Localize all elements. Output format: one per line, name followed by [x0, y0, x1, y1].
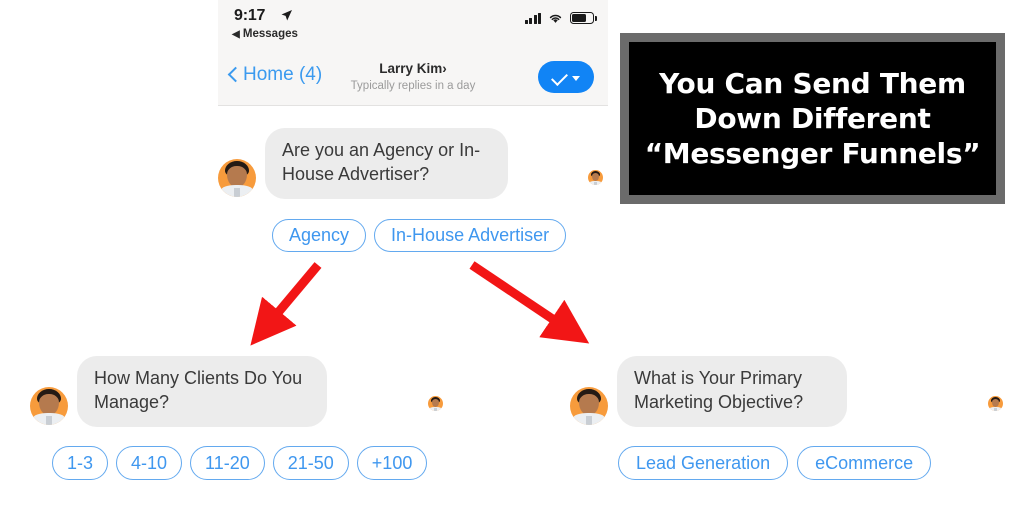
checkmark-dropdown-button[interactable]: [538, 61, 594, 93]
quick-reply-4-10[interactable]: 4-10: [116, 446, 183, 480]
caption-inner: You Can Send Them Down Different “Messen…: [629, 42, 996, 195]
avatar: [570, 386, 608, 425]
phone-screen: 9:17 ◀ Messages Home (4) Larry Kim› Typi…: [218, 0, 608, 106]
quick-reply-lead-generation[interactable]: Lead Generation: [618, 446, 789, 480]
caption-banner: You Can Send Them Down Different “Messen…: [620, 33, 1005, 204]
red-arrow-to-left-branch: [250, 262, 322, 346]
caption-line-3: “Messenger Funnels”: [644, 137, 981, 171]
nav-back-label: Home (4): [243, 64, 323, 85]
red-arrow-to-right-branch: [469, 261, 590, 344]
back-app-label: Messages: [242, 28, 298, 40]
battery-icon: [570, 12, 597, 24]
avatar: [30, 386, 68, 425]
messenger-nav-bar: Home (4) Larry Kim› Typically replies in…: [218, 50, 608, 106]
location-arrow-icon: [281, 10, 292, 21]
chevron-down-icon: [572, 75, 580, 81]
quick-replies-root: Agency In-House Advertiser: [272, 219, 567, 252]
caption-line-2: Down Different: [694, 101, 931, 135]
quick-reply-agency[interactable]: Agency: [272, 219, 367, 252]
quick-reply-ecommerce[interactable]: eCommerce: [797, 446, 932, 480]
status-bar-time: 9:17: [234, 7, 266, 24]
back-triangle-icon: ◀: [232, 29, 240, 40]
cellular-signal-icon: [525, 12, 541, 24]
quick-replies-left-branch: 1-3 4-10 11-20 21-50 +100: [52, 446, 428, 480]
quick-reply-in-house-advertiser[interactable]: In-House Advertiser: [374, 219, 567, 252]
ios-status-bar: 9:17 ◀ Messages: [218, 0, 608, 50]
message-row-left-branch: How Many Clients Do You Manage?: [30, 356, 327, 427]
quick-reply-plus-100[interactable]: +100: [356, 446, 428, 480]
avatar-small-right: [428, 396, 443, 411]
caption-line-1: You Can Send Them: [659, 66, 966, 100]
quick-replies-right-branch: Lead Generation eCommerce: [618, 446, 932, 480]
bot-message-bubble: What is Your Primary Marketing Objective…: [617, 356, 847, 427]
status-bar-indicators: [525, 12, 597, 24]
wifi-icon: [549, 14, 562, 23]
status-bar-back-to-messages[interactable]: ◀ Messages: [232, 28, 298, 40]
message-row-right-branch: What is Your Primary Marketing Objective…: [570, 356, 847, 427]
chevron-right-icon: ›: [442, 61, 447, 76]
quick-reply-11-20[interactable]: 11-20: [190, 446, 265, 480]
checkmark-icon: [552, 73, 567, 82]
bot-message-bubble: Are you an Agency or In-House Advertiser…: [265, 128, 508, 199]
chevron-left-icon: [228, 66, 239, 84]
avatar-small-right: [988, 396, 1003, 411]
screenshot-root: 9:17 ◀ Messages Home (4) Larry Kim› Typi…: [0, 0, 1024, 511]
message-row-root: Are you an Agency or In-House Advertiser…: [218, 128, 508, 199]
quick-reply-21-50[interactable]: 21-50: [272, 446, 349, 480]
avatar: [218, 158, 256, 197]
bot-message-bubble: How Many Clients Do You Manage?: [77, 356, 327, 427]
avatar-small-right: [588, 170, 603, 185]
quick-reply-1-3[interactable]: 1-3: [52, 446, 109, 480]
conversation-title: Larry Kim: [379, 61, 443, 76]
nav-back-home-button[interactable]: Home (4): [228, 64, 322, 86]
